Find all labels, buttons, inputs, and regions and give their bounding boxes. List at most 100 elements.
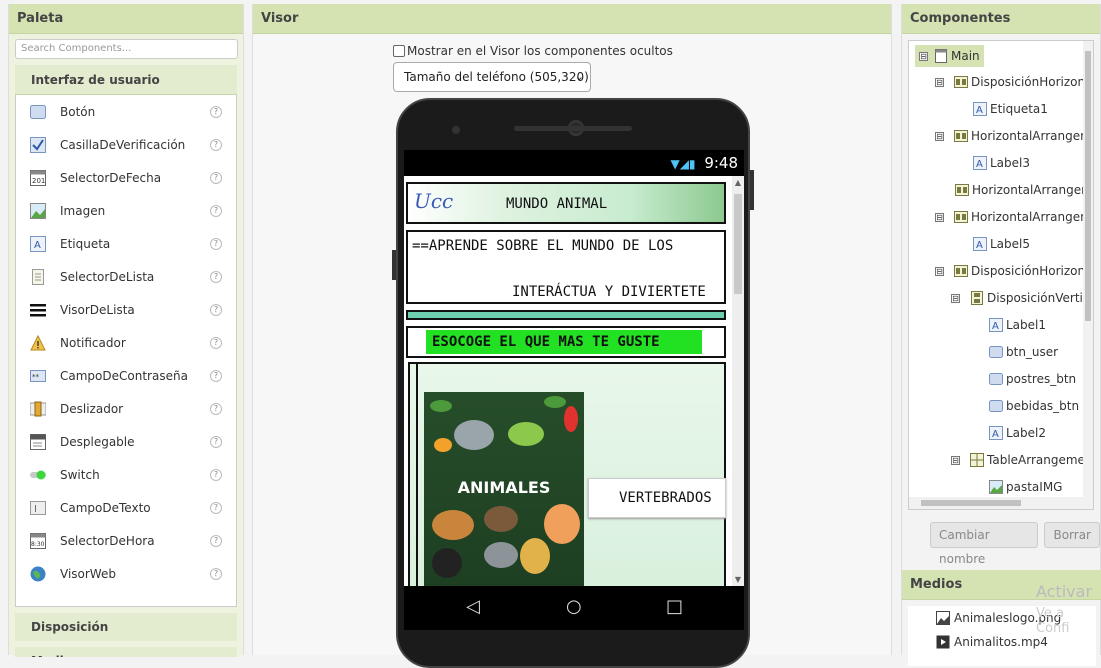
collapse-icon[interactable]: ⊟ xyxy=(951,294,960,303)
palette-item-listview[interactable]: VisorDeLista ? xyxy=(16,293,236,326)
rename-button[interactable]: Cambiar nombre xyxy=(930,522,1038,548)
help-icon[interactable]: ? xyxy=(210,436,222,448)
tree-node[interactable]: pastaIMG xyxy=(989,477,1062,497)
power-button xyxy=(750,170,754,210)
palette-item-switch[interactable]: Switch ? xyxy=(16,458,236,491)
home-icon[interactable]: ○ xyxy=(566,596,582,617)
help-icon[interactable]: ? xyxy=(210,304,222,316)
tree-node[interactable]: ⊟ DisposiciónVertical xyxy=(951,288,1094,308)
viewer-panel: Visor Mostrar en el Visor los componente… xyxy=(252,4,892,655)
help-icon[interactable]: ? xyxy=(210,502,222,514)
animals-poster-image[interactable]: ANIMALES xyxy=(424,392,584,586)
palette-item-notifier[interactable]: Notificador ? xyxy=(16,326,236,359)
collapse-icon[interactable]: ⊟ xyxy=(919,52,928,61)
help-icon[interactable]: ? xyxy=(210,139,222,151)
help-icon[interactable]: ? xyxy=(210,106,222,118)
harr-icon xyxy=(954,75,968,89)
back-icon[interactable]: ◁ xyxy=(466,596,480,617)
delete-button[interactable]: Borrar xyxy=(1044,522,1100,548)
help-icon[interactable]: ? xyxy=(210,172,222,184)
tree-vertical-scrollbar[interactable] xyxy=(1083,41,1093,510)
section-media[interactable]: Medios xyxy=(15,647,237,657)
collapse-icon[interactable]: ⊟ xyxy=(935,267,944,276)
palette-item-datepicker[interactable]: 201 SelectorDeFecha ? xyxy=(16,161,236,194)
harr-icon xyxy=(954,129,968,143)
tree-node[interactable]: ⊟ DisposiciónHorizontal xyxy=(935,261,1094,281)
app-screen: Ucc MUNDO ANIMAL ==APRENDE SOBRE EL MUND… xyxy=(404,176,744,586)
tree-node[interactable]: A Label2 xyxy=(989,423,1046,443)
palette-item-label: SelectorDeHora xyxy=(60,534,155,548)
tree-node[interactable]: A Label5 xyxy=(973,234,1030,254)
phone-screen: ▼◢▮ 9:48 Ucc MUNDO ANIMAL ==APRENDE SOBR… xyxy=(404,150,744,630)
parrot-icon xyxy=(564,406,578,432)
app-logo: Ucc xyxy=(414,189,453,213)
help-icon[interactable]: ? xyxy=(210,337,222,349)
scroll-down-icon[interactable]: ▼ xyxy=(732,575,744,584)
tree-node[interactable]: A Etiqueta1 xyxy=(973,99,1048,119)
choose-arrangement[interactable]: ESOCOGE EL QUE MAS TE GUSTE xyxy=(406,326,726,358)
tree-node-label: bebidas_btn xyxy=(1006,399,1079,413)
scroll-up-icon[interactable]: ▲ xyxy=(732,178,744,187)
collapse-icon[interactable]: ⊟ xyxy=(935,132,944,141)
help-icon[interactable]: ? xyxy=(210,469,222,481)
recent-apps-icon[interactable]: □ xyxy=(666,596,683,617)
tree-node[interactable]: A Label1 xyxy=(989,315,1046,335)
palette-item-button[interactable]: Botón ? xyxy=(16,95,236,128)
help-icon[interactable]: ? xyxy=(210,370,222,382)
tree-node-main[interactable]: ⊟ Main xyxy=(915,45,984,67)
palette-item-timepicker[interactable]: 8:30 SelectorDeHora ? xyxy=(16,524,236,557)
header-banner[interactable]: Ucc MUNDO ANIMAL xyxy=(406,182,726,224)
textbox-icon: I xyxy=(30,500,46,516)
palette-item-label-component[interactable]: A Etiqueta ? xyxy=(16,227,236,260)
palette-item-listpicker[interactable]: SelectorDeLista ? xyxy=(16,260,236,293)
table-arrangement[interactable]: ANIMALES VERTEBRADOS xyxy=(408,362,726,586)
scroll-thumb[interactable] xyxy=(921,500,1021,506)
vertebrados-button[interactable]: VERTEBRADOS xyxy=(588,478,726,518)
palette-item-label: Switch xyxy=(60,468,100,482)
palette-item-spinner[interactable]: Desplegable ? xyxy=(16,425,236,458)
search-components-input[interactable]: Search Components... xyxy=(15,39,238,59)
section-user-interface[interactable]: Interfaz de usuario xyxy=(15,65,237,95)
tree-node[interactable]: btn_user xyxy=(989,342,1058,362)
help-icon[interactable]: ? xyxy=(210,238,222,250)
tree-node[interactable]: ⊟ DisposiciónHorizontal xyxy=(935,72,1094,92)
help-icon[interactable]: ? xyxy=(210,271,222,283)
tree-node[interactable]: bebidas_btn xyxy=(989,396,1079,416)
checkbox-icon xyxy=(30,137,46,153)
palette-item-webviewer[interactable]: VisorWeb ? xyxy=(16,557,236,590)
tree-node[interactable]: ⊟ HorizontalArrangemen xyxy=(935,207,1094,227)
help-icon[interactable]: ? xyxy=(210,568,222,580)
tree-node[interactable]: ⊟ HorizontalArrangemen xyxy=(935,126,1094,146)
table-inner: ANIMALES VERTEBRADOS xyxy=(416,364,720,586)
section-layout[interactable]: Disposición xyxy=(15,613,237,641)
tree-node[interactable]: HorizontalArrangemen xyxy=(955,180,1094,200)
tree-node[interactable]: postres_btn xyxy=(989,369,1076,389)
collapse-icon[interactable]: ⊟ xyxy=(935,78,944,87)
help-icon[interactable]: ? xyxy=(210,205,222,217)
label-icon: A xyxy=(973,156,987,170)
palette-item-password[interactable]: ** CampoDeContraseña ? xyxy=(16,359,236,392)
tree-horizontal-scrollbar[interactable] xyxy=(909,497,1094,509)
collapse-icon[interactable]: ⊟ xyxy=(951,456,960,465)
tree-node[interactable]: A Label3 xyxy=(973,153,1030,173)
help-icon[interactable]: ? xyxy=(210,403,222,415)
tree-node-label: HorizontalArrangemen xyxy=(972,183,1094,197)
scroll-thumb[interactable] xyxy=(1085,51,1091,321)
video-file-icon xyxy=(936,635,950,649)
svg-text:A: A xyxy=(34,240,41,251)
intro-label[interactable]: ==APRENDE SOBRE EL MUNDO DE LOS INTERÁCT… xyxy=(406,230,726,304)
divider-bar[interactable] xyxy=(406,310,726,320)
show-hidden-row[interactable]: Mostrar en el Visor los componentes ocul… xyxy=(393,44,673,58)
palette-item-textbox[interactable]: I CampoDeTexto ? xyxy=(16,491,236,524)
show-hidden-checkbox[interactable] xyxy=(393,45,405,57)
collapse-icon[interactable]: ⊟ xyxy=(935,213,944,222)
scroll-thumb[interactable] xyxy=(734,194,742,294)
cat-icon xyxy=(544,504,580,544)
phone-size-select[interactable]: Tamaño del teléfono (505,320) ⌄ xyxy=(393,62,591,92)
tree-node[interactable]: ⊟ TableArrangement1 xyxy=(951,450,1094,470)
help-icon[interactable]: ? xyxy=(210,535,222,547)
screen-scrollbar[interactable]: ▲ ▼ xyxy=(732,176,744,586)
palette-item-checkbox[interactable]: CasillaDeVerificación ? xyxy=(16,128,236,161)
palette-item-slider[interactable]: Deslizador ? xyxy=(16,392,236,425)
palette-item-image[interactable]: Imagen ? xyxy=(16,194,236,227)
